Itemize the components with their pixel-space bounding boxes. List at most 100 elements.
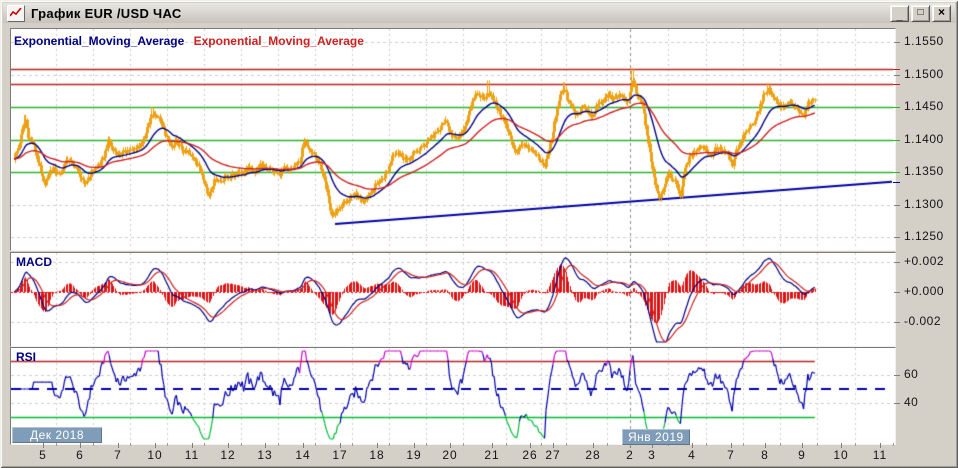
level-tick: [893, 84, 900, 85]
y-axis-tick: [894, 75, 900, 76]
x-axis-label: 27: [545, 448, 561, 462]
x-axis-minor-tick: [389, 443, 390, 446]
x-axis-label: 7: [727, 448, 735, 462]
level-tick: [893, 69, 900, 70]
x-axis-label: 7: [114, 448, 122, 462]
y-axis-label: +0.000: [904, 284, 945, 298]
y-axis-label: 60: [904, 367, 919, 381]
x-axis-minor-tick: [241, 443, 242, 446]
x-axis-minor-tick: [204, 443, 205, 446]
y-axis-label: 1.1450: [904, 99, 944, 113]
y-axis-label: 1.1550: [904, 34, 944, 48]
x-axis-tick: [880, 443, 881, 448]
x-axis-tick: [192, 443, 193, 448]
x-axis-tick: [80, 443, 81, 448]
y-axis-label: -0.002: [904, 314, 942, 328]
x-axis-label: 26: [522, 448, 538, 462]
x-axis-label: 21: [484, 448, 500, 462]
x-axis-tick: [692, 443, 693, 448]
level-tick: [893, 172, 900, 173]
x-axis-minor-tick: [706, 443, 707, 446]
x-axis-tick: [155, 443, 156, 448]
x-axis-minor-tick: [463, 443, 464, 446]
x-axis-minor-tick: [93, 443, 94, 446]
x-axis-tick: [450, 443, 451, 448]
x-axis-tick: [43, 443, 44, 448]
x-axis-minor-tick: [167, 443, 168, 446]
x-axis-label: 13: [257, 448, 273, 462]
y-axis-tick: [894, 262, 900, 263]
x-axis-label: 10: [833, 448, 849, 462]
rsi-panel: [10, 347, 896, 445]
y-axis-tick: [894, 205, 900, 206]
x-axis-minor-tick: [506, 443, 507, 446]
y-axis-tick: [894, 237, 900, 238]
x-axis-tick: [593, 443, 594, 448]
x-axis-label: 9: [798, 448, 806, 462]
x-axis-tick: [303, 443, 304, 448]
x-axis-minor-tick: [56, 443, 57, 446]
title-bar[interactable]: График EUR /USD ЧАС _ □ ×: [3, 3, 955, 23]
x-axis-minor-tick: [130, 443, 131, 446]
x-axis-tick: [377, 443, 378, 448]
y-axis-label: 40: [904, 395, 919, 409]
x-axis-label: 28: [585, 448, 601, 462]
x-axis-label: 12: [220, 448, 236, 462]
x-axis-tick: [802, 443, 803, 448]
level-tick: [893, 140, 900, 141]
x-axis-tick: [530, 443, 531, 448]
x-axis-label: 19: [406, 448, 422, 462]
macd-chart-canvas[interactable]: [11, 253, 893, 344]
close-button[interactable]: ×: [932, 4, 951, 22]
x-axis-label: 3: [648, 448, 656, 462]
x-axis-tick: [731, 443, 732, 448]
x-axis-minor-tick: [780, 443, 781, 446]
y-axis-label: +0.002: [904, 254, 945, 268]
y-axis-label: 1.1400: [904, 132, 944, 146]
x-axis-tick: [553, 443, 554, 448]
ema-legend: Exponential_Moving_Average Exponential_M…: [14, 34, 364, 48]
x-axis-label: 6: [76, 448, 84, 462]
minimize-button[interactable]: _: [890, 4, 909, 22]
month-badge-dec: Дек 2018: [12, 427, 102, 443]
x-axis-minor-tick: [541, 443, 542, 446]
x-axis-tick: [492, 443, 493, 448]
y-axis-label: 1.1500: [904, 67, 944, 81]
price-chart-canvas[interactable]: [11, 29, 893, 248]
x-axis-minor-tick: [607, 443, 608, 446]
y-axis-tick: [894, 375, 900, 376]
x-axis-minor-tick: [278, 443, 279, 446]
legend-ema-slow: Exponential_Moving_Average: [193, 34, 364, 48]
y-axis-label: 1.1350: [904, 164, 944, 178]
level-tick: [893, 107, 900, 108]
y-axis-tick: [894, 403, 900, 404]
x-axis-minor-tick: [893, 443, 894, 446]
x-axis-label: 5: [39, 448, 47, 462]
x-axis-minor-tick: [817, 443, 818, 446]
chart-window: { "window": { "title": "График EUR /USD …: [0, 0, 958, 468]
x-axis-label: 11: [184, 448, 200, 462]
y-axis-label: 1.1250: [904, 229, 944, 243]
rsi-chart-canvas[interactable]: [11, 348, 893, 442]
price-panel: [10, 28, 896, 251]
x-axis-label: 20: [442, 448, 458, 462]
x-axis-minor-tick: [315, 443, 316, 446]
x-axis-tick: [340, 443, 341, 448]
x-axis-label: 8: [761, 448, 769, 462]
x-axis-minor-tick: [426, 443, 427, 446]
app-chart-icon: [7, 4, 25, 22]
x-axis-minor-tick: [566, 443, 567, 446]
maximize-button[interactable]: □: [911, 4, 930, 22]
x-axis-minor-tick: [743, 443, 744, 446]
legend-ema-fast: Exponential_Moving_Average: [14, 34, 185, 48]
level-tick: [893, 182, 900, 183]
y-axis-tick: [894, 42, 900, 43]
x-axis-tick: [841, 443, 842, 448]
macd-panel: [10, 252, 896, 347]
x-axis-minor-tick: [352, 443, 353, 446]
x-axis-label: 11: [872, 448, 888, 462]
y-axis-label: 1.1300: [904, 197, 944, 211]
x-axis-label: 4: [688, 448, 696, 462]
y-axis-tick: [894, 292, 900, 293]
x-axis-label: 17: [332, 448, 348, 462]
